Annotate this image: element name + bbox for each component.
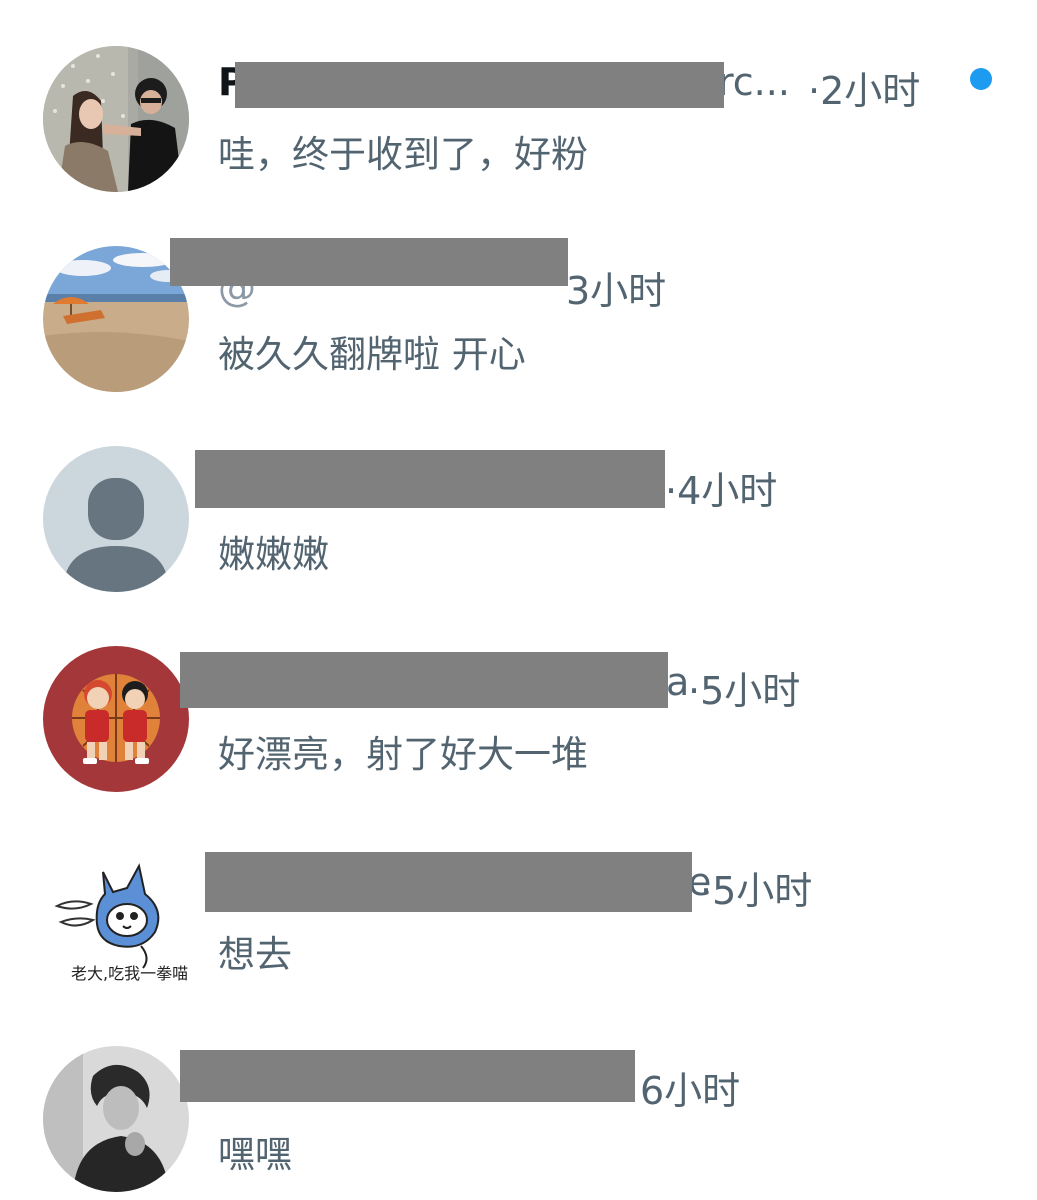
reply-text: 嫩嫩嫩 — [218, 533, 329, 576]
timestamp[interactable]: ·5小时 — [688, 660, 800, 715]
unread-indicator — [970, 68, 992, 90]
timestamp[interactable]: ·4小时 — [665, 460, 777, 515]
avatar[interactable] — [43, 46, 189, 192]
avatar[interactable] — [43, 1046, 189, 1192]
timestamp[interactable]: ·5小时 — [700, 860, 812, 915]
photo-couple-icon — [43, 46, 189, 192]
reply-text: 被久久翻牌啦 开心 — [218, 333, 526, 376]
reply-text: 嘿嘿 — [218, 1133, 292, 1176]
reply-text: 想去 — [218, 933, 292, 976]
reply-item[interactable]: 老大,吃我一拳喵 e ·5小时 想去 — [0, 800, 1037, 1000]
photo-bw-portrait-icon — [43, 1046, 189, 1192]
reply-text: 好漂亮，射了好大一堆 — [218, 733, 588, 776]
timestamp[interactable]: 3小时 — [566, 260, 666, 315]
redaction-box — [180, 1050, 635, 1102]
redaction-box — [180, 652, 668, 708]
default-person-icon — [43, 446, 189, 592]
timestamp[interactable]: ·2小时 — [808, 60, 920, 115]
name-trailing: a — [666, 660, 690, 704]
photo-beach-icon — [43, 246, 189, 392]
reply-item[interactable]: ·4小时 嫩嫩嫩 — [0, 400, 1037, 600]
redaction-box — [170, 238, 568, 286]
avatar[interactable] — [43, 246, 189, 392]
reply-text: 哇，终于收到了，好粉 — [218, 133, 588, 176]
redaction-box — [205, 852, 692, 912]
avatar[interactable] — [43, 446, 189, 592]
redaction-box — [235, 62, 724, 108]
reply-item[interactable]: a ·5小时 好漂亮，射了好大一堆 — [0, 600, 1037, 800]
redaction-box — [195, 450, 665, 508]
avatar-caption: 老大,吃我一拳喵 — [71, 964, 189, 983]
avatar[interactable]: 老大,吃我一拳喵 — [43, 846, 189, 992]
avatar[interactable] — [43, 646, 189, 792]
name-trailing: rc... — [718, 60, 790, 104]
reply-item[interactable]: @ 3小时 被久久翻牌啦 开心 — [0, 200, 1037, 400]
reply-item[interactable]: 6小时 嘿嘿 — [0, 1000, 1037, 1200]
timestamp[interactable]: 6小时 — [640, 1060, 740, 1115]
reply-item[interactable]: P rc... ·2小时 哇，终于收到了，好粉 — [0, 0, 1037, 200]
cartoon-basketball-icon — [43, 646, 189, 792]
